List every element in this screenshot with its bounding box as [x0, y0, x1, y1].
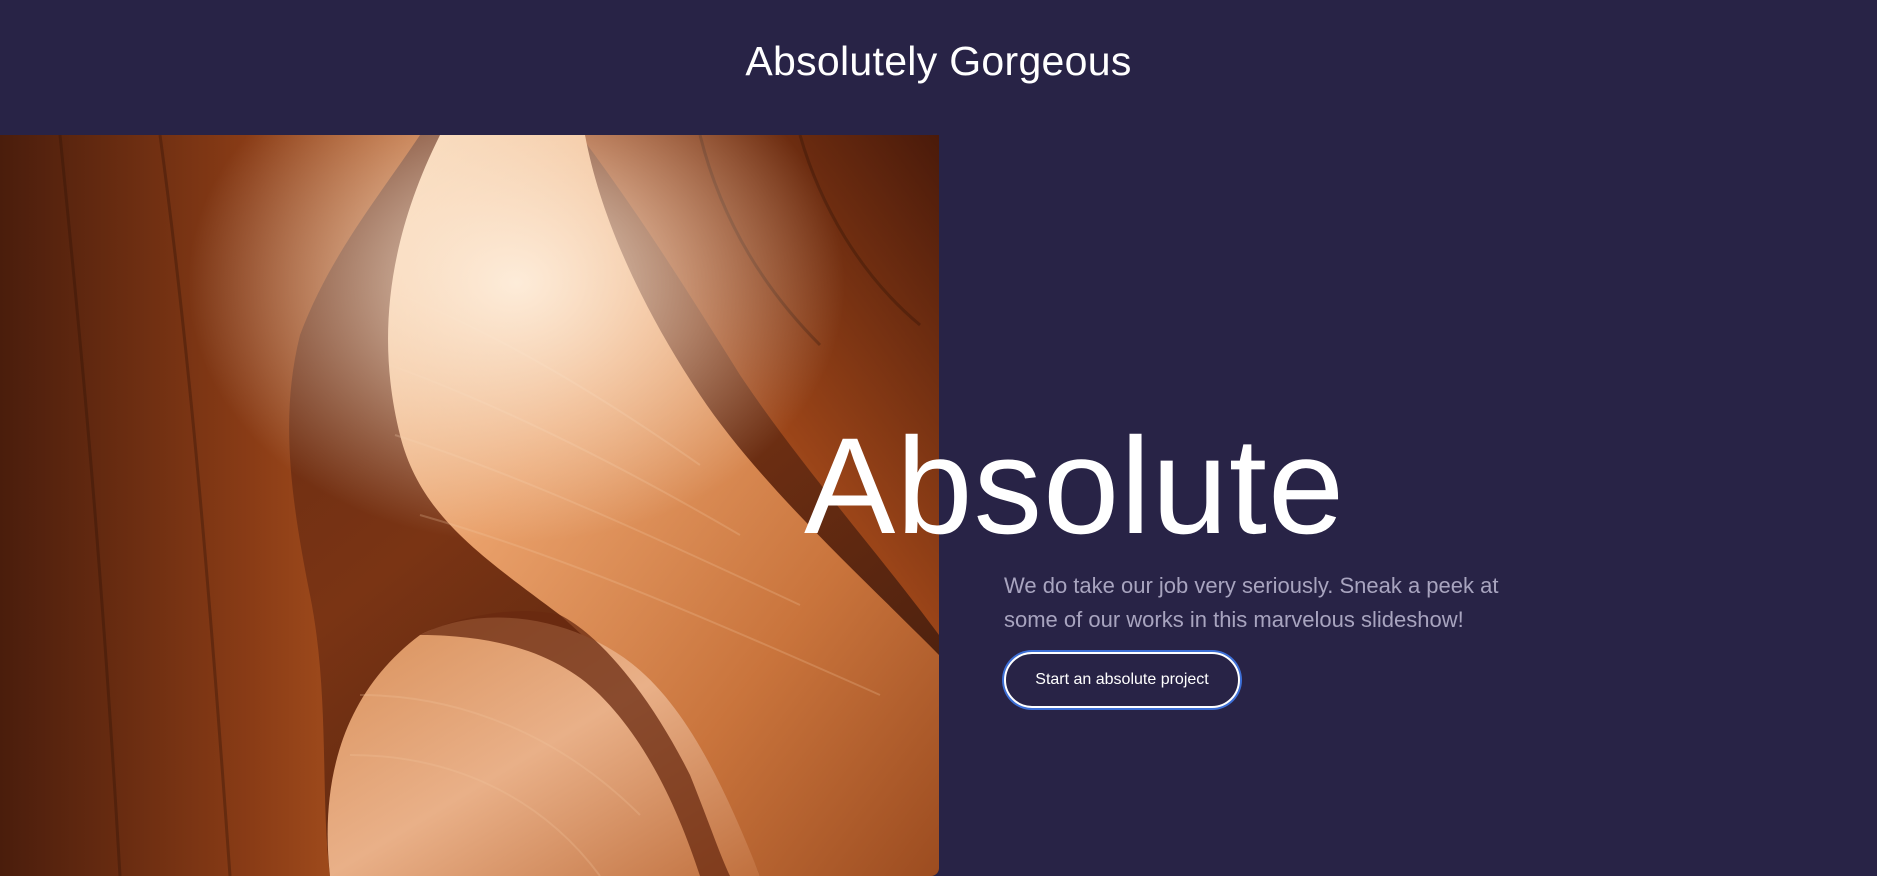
site-header: Absolutely Gorgeous [0, 0, 1877, 135]
hero-heading: Absolute [804, 410, 1346, 563]
page: Absolutely Gorgeous Absolute We do take … [0, 0, 1877, 876]
site-title: Absolutely Gorgeous [745, 38, 1132, 84]
hero-canyon-image [0, 135, 939, 876]
start-project-button[interactable]: Start an absolute project [1004, 652, 1240, 708]
hero-description: We do take our job very seriously. Sneak… [1004, 573, 1499, 632]
